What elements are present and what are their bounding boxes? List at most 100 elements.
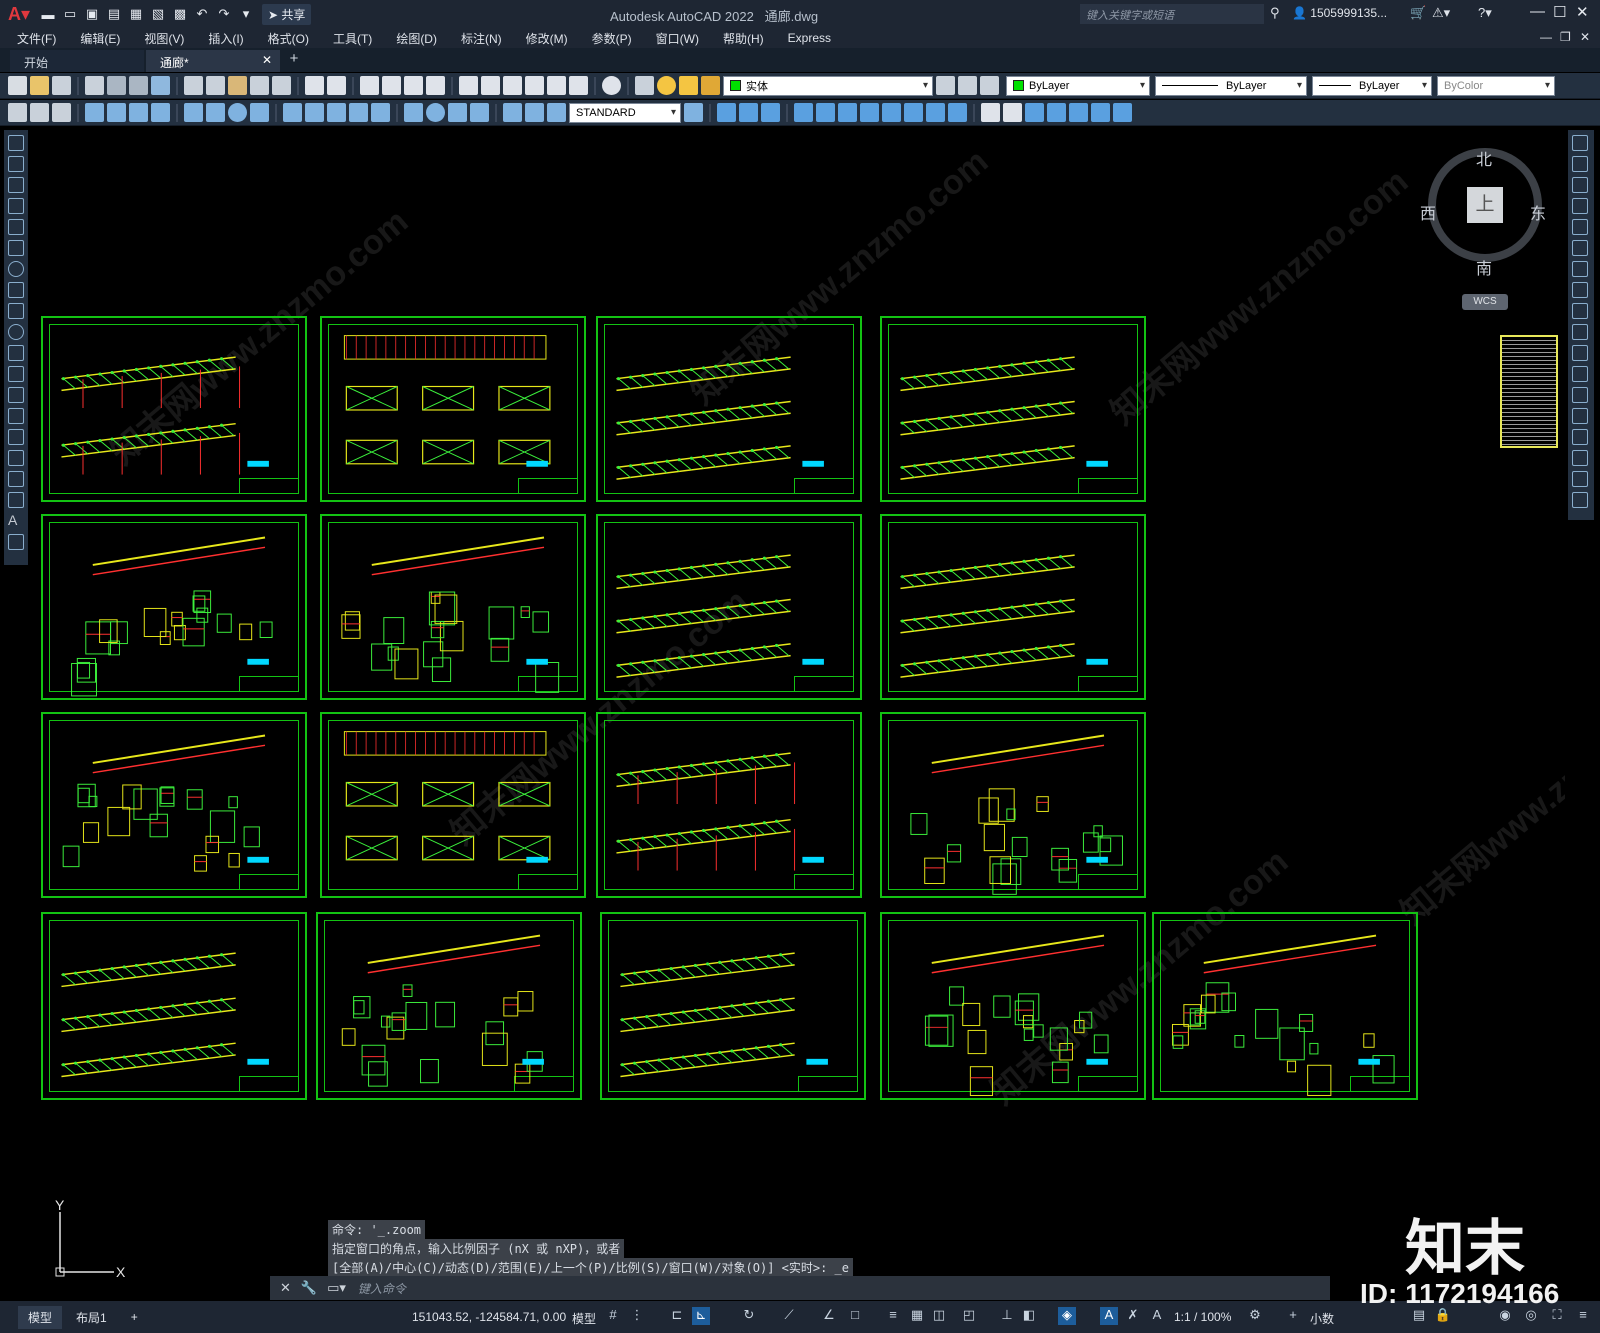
viewcube-south[interactable]: 南: [1476, 255, 1492, 279]
copy-icon[interactable]: [1572, 156, 1588, 172]
layer-properties-icon[interactable]: [635, 76, 654, 95]
mirror-icon[interactable]: [794, 103, 813, 122]
drawing-sheet[interactable]: [41, 912, 307, 1100]
menu-help[interactable]: 帮助(H): [723, 30, 764, 47]
sheet-set-icon[interactable]: [525, 76, 544, 95]
lengthen-icon[interactable]: [1091, 103, 1110, 122]
erase-icon[interactable]: [1572, 135, 1588, 151]
ortho-icon[interactable]: ⊾: [692, 1307, 710, 1325]
text-front-icon[interactable]: [52, 103, 71, 122]
lineweight-dropdown[interactable]: ByLayer: [1312, 75, 1432, 96]
drawing-sheet[interactable]: [596, 712, 862, 898]
construction-line-icon[interactable]: [8, 156, 24, 172]
drawing-sheet[interactable]: [880, 712, 1146, 898]
polyline-icon[interactable]: [8, 177, 24, 193]
trim-icon[interactable]: [860, 103, 879, 122]
table-icon[interactable]: [8, 492, 24, 508]
tab-close-icon[interactable]: ✕: [262, 53, 272, 67]
ellipse-arc-icon[interactable]: [8, 345, 24, 361]
layer-dropdown[interactable]: 实体: [723, 75, 933, 96]
dynamic-ucs-icon[interactable]: ⊥: [998, 1307, 1016, 1325]
drawing-sheet[interactable]: [320, 712, 586, 898]
menu-tools[interactable]: 工具(T): [333, 30, 372, 47]
tab-drawing[interactable]: 通廊* ✕: [146, 50, 280, 72]
layer-states-icon[interactable]: [980, 76, 999, 95]
drawing-sheet[interactable]: [880, 316, 1146, 502]
new-tab-icon[interactable]: +: [282, 50, 306, 72]
drawing-sheet[interactable]: [41, 712, 307, 898]
layer-previous-icon[interactable]: [958, 76, 977, 95]
linear-dim-icon[interactable]: [85, 103, 104, 122]
linetype-dropdown[interactable]: ByLayer: [1155, 75, 1307, 96]
revision-cloud-icon[interactable]: [8, 282, 24, 298]
fillet-icon[interactable]: [1572, 450, 1588, 466]
doc-restore-icon[interactable]: ❐: [1560, 30, 1571, 44]
command-input[interactable]: 键入命令: [358, 1280, 406, 1297]
auto-scale-icon[interactable]: ✗: [1124, 1307, 1142, 1325]
text-style-dropdown[interactable]: STANDARD: [569, 102, 681, 123]
tab-model[interactable]: 模型: [18, 1305, 63, 1329]
help-search-input[interactable]: 键入关键字或短语: [1080, 4, 1264, 24]
save-icon[interactable]: ▣: [82, 4, 102, 24]
cart-icon[interactable]: 🛒: [1410, 5, 1426, 21]
layer-freeze-icon[interactable]: [679, 76, 698, 95]
close-command-icon[interactable]: ✕: [280, 1280, 291, 1296]
line-icon[interactable]: [8, 135, 24, 151]
help-icon[interactable]: [602, 76, 621, 95]
user-account[interactable]: 👤 1505999135...: [1292, 6, 1387, 20]
arc-icon[interactable]: [8, 240, 24, 256]
zoom-realtime-icon[interactable]: [382, 76, 401, 95]
object-snap-icon[interactable]: □: [846, 1307, 864, 1325]
redo-icon[interactable]: [327, 76, 346, 95]
drawing-sheet[interactable]: [880, 912, 1146, 1100]
insert-block-icon[interactable]: [8, 366, 24, 382]
qat-dropdown-icon[interactable]: ▾: [236, 4, 256, 24]
break-icon[interactable]: [904, 103, 923, 122]
add-layout-icon[interactable]: +: [121, 1307, 148, 1327]
spline-icon[interactable]: [8, 303, 24, 319]
open-icon[interactable]: [30, 76, 49, 95]
extend-icon[interactable]: [882, 103, 901, 122]
scale-icon[interactable]: [1025, 103, 1044, 122]
make-current-icon[interactable]: [936, 76, 955, 95]
array-icon[interactable]: [1572, 219, 1588, 235]
annotation-scale-icon[interactable]: A: [1148, 1307, 1166, 1325]
menu-format[interactable]: 格式(O): [268, 30, 309, 47]
model-space-canvas[interactable]: 知末网www.znzmo.com 知末网www.znzmo.com 知末网www…: [30, 130, 1565, 1272]
print-icon[interactable]: ▩: [170, 4, 190, 24]
drawing-sheet[interactable]: [880, 514, 1146, 700]
pan-icon[interactable]: [360, 76, 379, 95]
drawing-sheet[interactable]: [1152, 912, 1418, 1100]
help-icon[interactable]: ?▾: [1478, 5, 1492, 21]
drawing-sheet[interactable]: [320, 316, 586, 502]
break-at-point-icon[interactable]: [1572, 366, 1588, 382]
drawing-sheet[interactable]: [596, 514, 862, 700]
undo-icon[interactable]: ↶: [192, 4, 212, 24]
polygon-icon[interactable]: [8, 198, 24, 214]
ellipse-icon[interactable]: [8, 324, 24, 340]
layer-lock-icon[interactable]: [701, 76, 720, 95]
extend-icon[interactable]: [1572, 345, 1588, 361]
quickcalc-icon[interactable]: [569, 76, 588, 95]
snap-icon[interactable]: ⋮: [628, 1307, 646, 1325]
3d-dwf-icon[interactable]: [151, 76, 170, 95]
recent-commands-icon[interactable]: ▭▾: [327, 1280, 346, 1296]
markup-icon[interactable]: [547, 76, 566, 95]
tolerance-icon[interactable]: [404, 103, 423, 122]
hatch-icon[interactable]: [8, 429, 24, 445]
chamfer-icon[interactable]: [1572, 429, 1588, 445]
wcs-menu[interactable]: WCS: [1462, 294, 1508, 310]
properties-icon[interactable]: [459, 76, 478, 95]
zoom-previous-icon[interactable]: [426, 76, 445, 95]
multiline-text-icon[interactable]: A: [8, 513, 24, 529]
dim-space-icon[interactable]: [349, 103, 368, 122]
circle-icon[interactable]: [8, 261, 24, 277]
infer-constraints-icon[interactable]: ⊏: [668, 1307, 686, 1325]
gradient-icon[interactable]: [8, 450, 24, 466]
scale-icon[interactable]: [1572, 282, 1588, 298]
inspection-icon[interactable]: [448, 103, 467, 122]
viewcube-top-face[interactable]: 上: [1467, 187, 1503, 223]
units-value[interactable]: 小数: [1310, 1310, 1334, 1327]
rotate-icon[interactable]: [1047, 103, 1066, 122]
maximize-icon[interactable]: ☐: [1553, 3, 1566, 21]
